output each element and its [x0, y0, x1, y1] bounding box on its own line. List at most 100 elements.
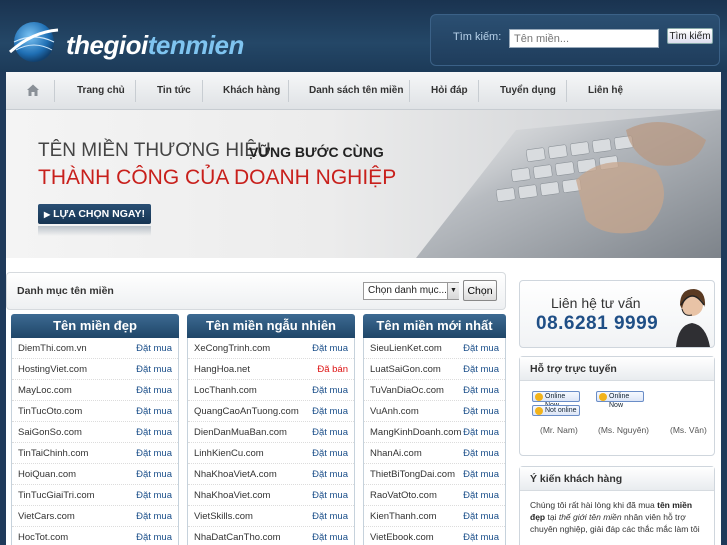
nav-item-khach-hang[interactable]: Khách hàng [223, 85, 280, 96]
testimonial-box: Ý kiến khách hàng Chúng tôi rất hài lòng… [519, 466, 715, 545]
domain-name[interactable]: NhanAi.com [370, 448, 422, 459]
list-item: NhanAi.com Đặt mua [364, 443, 505, 464]
buy-link[interactable]: Đặt mua [136, 448, 172, 459]
domain-name[interactable]: KienThanh.com [370, 511, 437, 522]
button-reflection [38, 226, 151, 236]
domain-name[interactable]: MangKinhDoanh.com [370, 427, 461, 438]
buy-link[interactable]: Đặt mua [136, 490, 172, 501]
staff-name: (Ms. Vân) [670, 425, 707, 435]
list-item: SaiGonSo.com Đặt mua [12, 422, 178, 443]
search-input[interactable] [509, 29, 659, 48]
buy-link[interactable]: Đặt mua [312, 343, 348, 354]
status-badge[interactable]: Online Now [596, 391, 644, 409]
buy-link[interactable]: Đặt mua [136, 427, 172, 438]
domain-name[interactable]: TinTucOto.com [18, 406, 82, 417]
list-item: VuAnh.com Đặt mua [364, 401, 505, 422]
category-select[interactable]: Chọn danh mục... [363, 282, 459, 300]
domain-name[interactable]: NhaDatCanTho.com [194, 532, 281, 543]
dropdown-arrow-icon[interactable]: ▼ [447, 283, 459, 299]
buy-link[interactable]: Đặt mua [312, 469, 348, 480]
buy-link[interactable]: Đặt mua [312, 532, 348, 543]
domain-name[interactable]: NhaKhoaViet.com [194, 490, 270, 501]
nav-item-danh-sach[interactable]: Danh sách tên miền [309, 85, 403, 96]
buy-link[interactable]: Đặt mua [136, 511, 172, 522]
status-badge[interactable]: Online Now [532, 391, 580, 409]
list-item: HostingViet.com Đặt mua [12, 359, 178, 380]
domain-name[interactable]: LinhKienCu.com [194, 448, 264, 459]
banner-headline-bold: VỮNG BƯỚC CÙNG [249, 144, 384, 160]
contact-phone[interactable]: 08.6281 9999 [536, 313, 658, 335]
domain-name[interactable]: QuangCaoAnTuong.com [194, 406, 299, 417]
buy-link[interactable]: Đặt mua [136, 469, 172, 480]
domain-name[interactable]: RaoVatOto.com [370, 490, 437, 501]
buy-link[interactable]: Đặt mua [463, 343, 499, 354]
list-item: VietCars.com Đặt mua [12, 506, 178, 527]
online-support-title: Hỗ trợ trực tuyến [520, 357, 714, 381]
buy-link[interactable]: Đặt mua [463, 448, 499, 459]
search-button[interactable]: Tìm kiếm [667, 28, 713, 44]
status-label: Online Now [609, 393, 630, 409]
domain-name[interactable]: TinTaiChinh.com [18, 448, 88, 459]
list-item: DiemThi.com.vn Đặt mua [12, 338, 178, 359]
site-header: thegioitenmien Tìm kiếm: Tìm kiếm [0, 0, 727, 72]
buy-link[interactable]: Đặt mua [463, 469, 499, 480]
domain-name[interactable]: DiemThi.com.vn [18, 343, 87, 354]
domain-name[interactable]: SieuLienKet.com [370, 343, 442, 354]
domain-name[interactable]: NhaKhoaVietA.com [194, 469, 277, 480]
domain-name[interactable]: TuVanDiaOc.com [370, 385, 444, 396]
domain-name[interactable]: VietEbook.com [370, 532, 434, 543]
buy-link[interactable]: Đặt mua [463, 532, 499, 543]
buy-link[interactable]: Đặt mua [312, 406, 348, 417]
domain-name[interactable]: VietCars.com [18, 511, 75, 522]
list-item: NhaKhoaVietA.com Đặt mua [188, 464, 354, 485]
domain-name[interactable]: SaiGonSo.com [18, 427, 82, 438]
domain-name[interactable]: LuatSaiGon.com [370, 364, 441, 375]
buy-link[interactable]: Đặt mua [463, 490, 499, 501]
nav-item-trang-chu[interactable]: Trang chủ [77, 85, 125, 96]
logo-wordmark: thegioitenmien [66, 30, 244, 60]
buy-link[interactable]: Đặt mua [136, 532, 172, 543]
domain-name[interactable]: DienDanMuaBan.com [194, 427, 287, 438]
site-logo[interactable]: thegioitenmien [8, 14, 244, 66]
home-icon[interactable] [26, 83, 40, 97]
list-item: XeCongTrinh.com Đặt mua [188, 338, 354, 359]
domain-name[interactable]: XeCongTrinh.com [194, 343, 270, 354]
support-agent-image [676, 289, 710, 347]
status-badge[interactable]: Not online [532, 405, 580, 416]
choose-category-button[interactable]: Chọn [463, 280, 497, 301]
nav-item-tuyen-dung[interactable]: Tuyển dụng [500, 85, 556, 96]
choose-now-button[interactable]: ▶ LỰA CHỌN NGAY! [38, 204, 151, 224]
buy-link[interactable]: Đặt mua [463, 385, 499, 396]
domain-name[interactable]: HocTot.com [18, 532, 68, 543]
buy-link[interactable]: Đặt mua [312, 385, 348, 396]
buy-link[interactable]: Đặt mua [136, 406, 172, 417]
domain-name[interactable]: MayLoc.com [18, 385, 72, 396]
domain-name[interactable]: VuAnh.com [370, 406, 419, 417]
buy-link[interactable]: Đặt mua [312, 448, 348, 459]
nav-divider [409, 80, 410, 102]
domain-name[interactable]: HoiQuan.com [18, 469, 76, 480]
domain-name[interactable]: HostingViet.com [18, 364, 87, 375]
buy-link[interactable]: Đặt mua [136, 343, 172, 354]
nav-divider [135, 80, 136, 102]
domain-name[interactable]: HangHoa.net [194, 364, 250, 375]
buy-link[interactable]: Đặt mua [312, 490, 348, 501]
domain-name[interactable]: ThietBiTongDai.com [370, 469, 455, 480]
buy-link[interactable]: Đặt mua [136, 385, 172, 396]
buy-link[interactable]: Đặt mua [463, 427, 499, 438]
nav-item-lien-he[interactable]: Liên hệ [588, 85, 623, 96]
domain-name[interactable]: TinTucGiaiTri.com [18, 490, 95, 501]
nav-item-tin-tuc[interactable]: Tin tức [157, 85, 191, 96]
buy-link[interactable]: Đặt mua [463, 406, 499, 417]
buy-link[interactable]: Đặt mua [136, 364, 172, 375]
buy-link[interactable]: Đặt mua [463, 364, 499, 375]
buy-link[interactable]: Đặt mua [312, 511, 348, 522]
staff-name: (Mr. Nam) [540, 425, 578, 435]
search-panel: Tìm kiếm: Tìm kiếm [430, 14, 720, 66]
domain-name[interactable]: LocThanh.com [194, 385, 257, 396]
nav-item-hoi-dap[interactable]: Hỏi đáp [431, 85, 468, 96]
buy-link[interactable]: Đặt mua [463, 511, 499, 522]
domain-name[interactable]: VietSkills.com [194, 511, 253, 522]
buy-link[interactable]: Đặt mua [312, 427, 348, 438]
staff-name: (Ms. Nguyên) [598, 425, 650, 435]
